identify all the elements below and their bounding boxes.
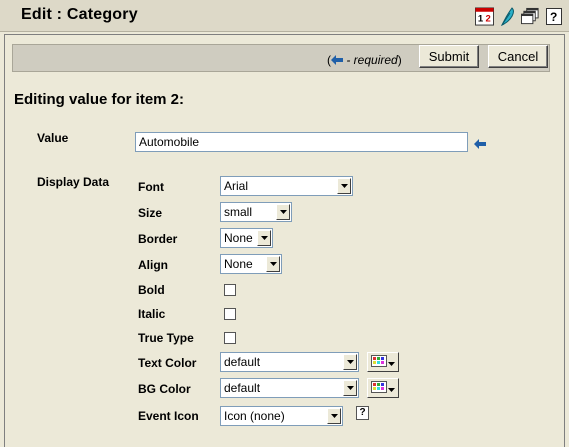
required-arrow-icon bbox=[331, 54, 343, 68]
required-legend: ( - required) bbox=[327, 53, 402, 68]
size-select[interactable]: small bbox=[220, 202, 292, 222]
italic-checkbox[interactable] bbox=[224, 308, 236, 320]
required-note: - required bbox=[346, 53, 398, 67]
bg-color-picker-button[interactable] bbox=[367, 378, 399, 398]
chevron-down-icon bbox=[266, 256, 280, 272]
border-label: Border bbox=[138, 232, 178, 246]
svg-text:2: 2 bbox=[485, 13, 490, 24]
cancel-button[interactable]: Cancel bbox=[488, 45, 548, 68]
display-data-label: Display Data bbox=[37, 175, 110, 189]
copy-windows-icon[interactable] bbox=[521, 7, 540, 26]
bold-checkbox[interactable] bbox=[224, 284, 236, 296]
align-value: None bbox=[224, 257, 253, 271]
bold-label: Bold bbox=[138, 283, 165, 297]
bg-color-value: default bbox=[224, 381, 261, 395]
bg-color-label: BG Color bbox=[138, 382, 191, 396]
text-color-picker-button[interactable] bbox=[367, 352, 399, 372]
bg-color-select[interactable]: default bbox=[220, 378, 359, 398]
true-type-label: True Type bbox=[138, 331, 194, 345]
italic-label: Italic bbox=[138, 307, 166, 321]
title-icons: 12 ? bbox=[475, 6, 563, 26]
event-icon-select[interactable]: Icon (none) bbox=[220, 406, 343, 426]
chevron-down-icon bbox=[388, 355, 395, 369]
chevron-down-icon bbox=[343, 380, 357, 396]
align-select[interactable]: None bbox=[220, 254, 282, 274]
text-color-value: default bbox=[224, 355, 261, 369]
font-select[interactable]: Arial bbox=[220, 176, 353, 196]
text-color-select[interactable]: default bbox=[220, 352, 359, 372]
chevron-down-icon bbox=[327, 408, 341, 424]
border-select[interactable]: None bbox=[220, 228, 273, 248]
svg-text:?: ? bbox=[550, 10, 557, 24]
submit-button[interactable]: Submit bbox=[419, 45, 479, 68]
chevron-down-icon bbox=[257, 230, 271, 246]
event-icon-value: Icon (none) bbox=[224, 409, 285, 423]
paren-close: ) bbox=[397, 53, 402, 67]
page-heading: Editing value for item 2: bbox=[14, 91, 185, 108]
help-icon[interactable]: ? bbox=[544, 7, 563, 26]
align-label: Align bbox=[138, 258, 168, 272]
window-title: Edit : Category bbox=[21, 6, 138, 23]
calendar-12-icon[interactable]: 12 bbox=[475, 6, 494, 26]
font-value: Arial bbox=[224, 179, 249, 193]
color-palette-icon bbox=[371, 354, 387, 370]
feather-icon[interactable] bbox=[498, 6, 517, 26]
border-value: None bbox=[224, 231, 253, 245]
event-icon-help-icon[interactable]: ? bbox=[356, 406, 369, 420]
value-label: Value bbox=[37, 131, 69, 145]
required-marker-icon bbox=[474, 138, 486, 152]
font-label: Font bbox=[138, 180, 164, 194]
chevron-down-icon bbox=[343, 354, 357, 370]
title-bar: Edit : Category 12 ? bbox=[0, 0, 569, 32]
chevron-down-icon bbox=[337, 178, 351, 194]
size-value: small bbox=[224, 205, 253, 219]
value-input[interactable]: Automobile bbox=[135, 132, 468, 152]
chevron-down-icon bbox=[388, 381, 395, 395]
chevron-down-icon bbox=[276, 204, 290, 220]
size-label: Size bbox=[138, 206, 163, 220]
true-type-checkbox[interactable] bbox=[224, 332, 236, 344]
text-color-label: Text Color bbox=[138, 356, 197, 370]
event-icon-label: Event Icon bbox=[138, 409, 199, 423]
svg-text:1: 1 bbox=[478, 13, 484, 24]
color-palette-icon bbox=[371, 380, 387, 396]
